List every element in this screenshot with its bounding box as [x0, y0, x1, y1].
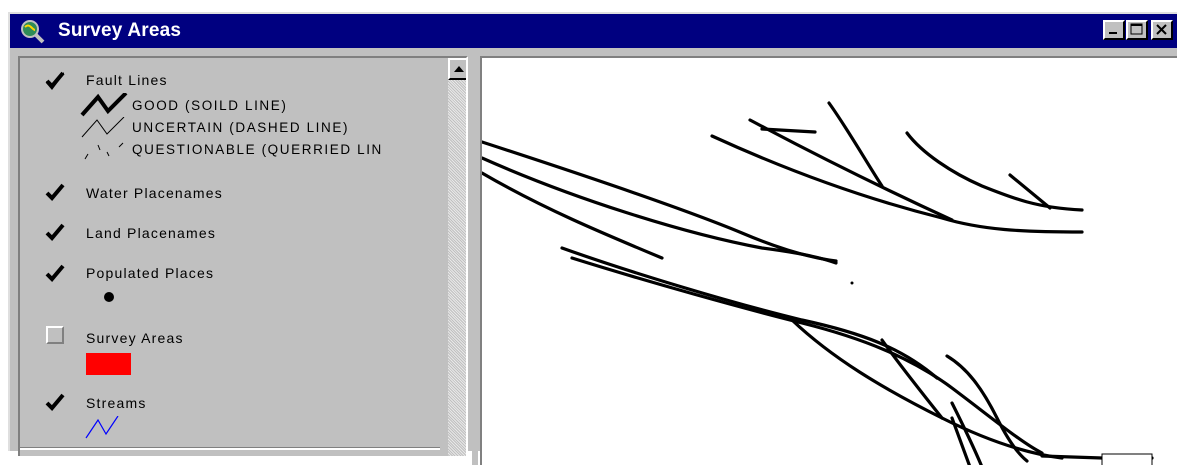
panel-splitter[interactable] — [472, 56, 478, 465]
fault-lines-map — [482, 101, 1154, 465]
survey-areas-checkbox[interactable] — [46, 326, 64, 344]
legend-panel: Fault Lines GOOD (SOILD LINE) UNCERTAIN … — [18, 56, 468, 456]
fault-line — [945, 354, 1029, 463]
close-button[interactable] — [1151, 20, 1173, 40]
fault-line — [560, 246, 939, 380]
minimize-icon — [1109, 32, 1117, 34]
maximize-icon — [1130, 23, 1143, 35]
symbol-label-questionable: QUESTIONABLE (QUERRIED LIN — [132, 142, 383, 157]
window-title: Survey Areas — [58, 20, 182, 41]
layer-label-fault-lines: Fault Lines — [86, 72, 168, 88]
water-placenames-checkbox[interactable] — [44, 182, 66, 204]
fault-line — [570, 256, 1044, 455]
map-point — [850, 281, 854, 285]
populated-places-checkbox[interactable] — [44, 263, 66, 285]
title-bar[interactable]: Survey Areas — [10, 14, 1177, 48]
fault-lines-checkbox[interactable] — [44, 70, 66, 92]
fault-line — [710, 134, 1084, 234]
legend-scrollbar[interactable] — [448, 58, 466, 456]
layer-label-streams: Streams — [86, 395, 147, 411]
fault-line — [790, 318, 1064, 460]
populated-place-dot-icon — [104, 292, 114, 302]
globe-magnifier-icon — [21, 20, 45, 44]
symbol-label-uncertain: UNCERTAIN (DASHED LINE) — [132, 120, 350, 135]
stream-zigzag-icon — [85, 416, 119, 439]
layer-label-land-placenames: Land Placenames — [86, 225, 217, 241]
dashed-fault-line-icon — [81, 117, 125, 138]
solid-fault-line-icon — [80, 93, 128, 117]
symbol-label-good: GOOD (SOILD LINE) — [132, 98, 288, 113]
arrow-up-icon — [454, 66, 464, 72]
close-icon — [1156, 24, 1167, 35]
layer-label-water-placenames: Water Placenames — [86, 185, 223, 201]
streams-checkbox[interactable] — [44, 392, 66, 414]
legend-divider — [20, 447, 440, 450]
layer-label-populated-places: Populated Places — [86, 265, 215, 281]
fault-line — [880, 338, 944, 420]
queried-fault-line-icon — [84, 142, 124, 160]
layer-label-survey-areas: Survey Areas — [86, 330, 184, 346]
survey-areas-window: Survey Areas Fault Lines GOOD (SOILD LIN… — [8, 12, 1177, 465]
survey-area-red-swatch — [86, 353, 131, 375]
fault-line — [905, 131, 1084, 212]
maximize-button[interactable] — [1126, 20, 1148, 40]
map-canvas[interactable] — [480, 56, 1177, 465]
map-fragment — [1101, 453, 1153, 465]
scroll-up-button[interactable] — [448, 58, 466, 80]
fault-line — [950, 416, 971, 465]
minimize-button[interactable] — [1103, 20, 1125, 40]
land-placenames-checkbox[interactable] — [44, 222, 66, 244]
